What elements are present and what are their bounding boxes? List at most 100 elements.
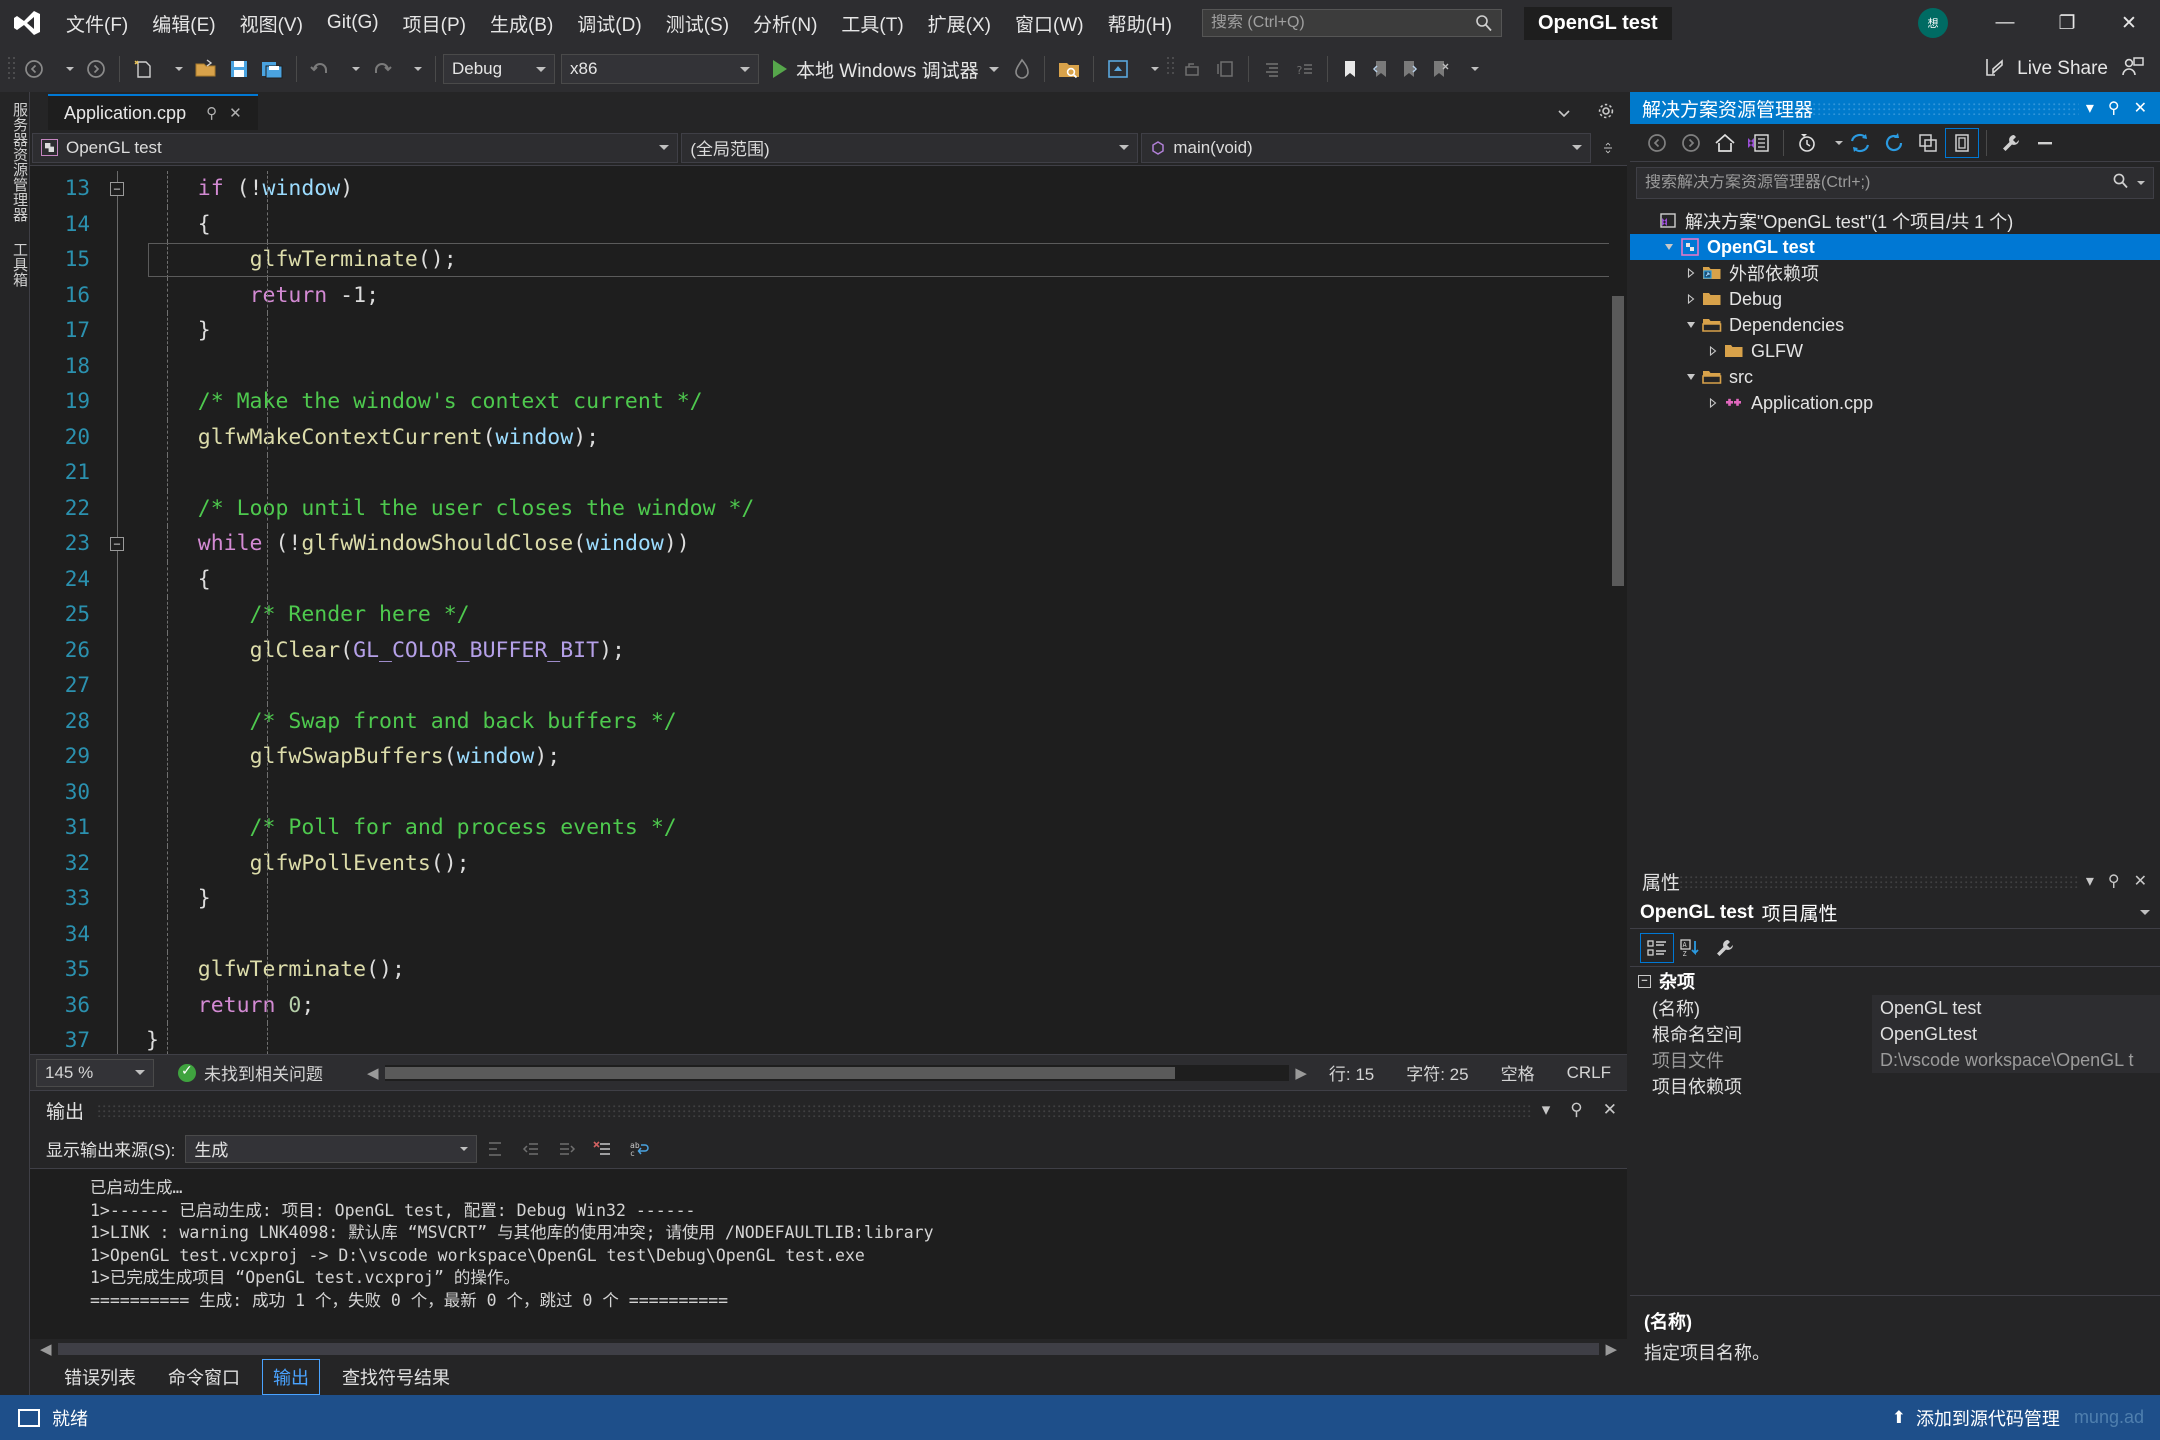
scroll-right-icon[interactable]: ▶ bbox=[1289, 1064, 1313, 1082]
document-tab-application-cpp[interactable]: Application.cpp ⚲ ✕ bbox=[48, 94, 258, 130]
se-sync-icon[interactable] bbox=[1843, 128, 1877, 158]
redo-icon[interactable] bbox=[366, 52, 398, 86]
property-value[interactable]: OpenGLtest bbox=[1872, 1021, 2160, 1047]
menu-test[interactable]: 测试(S) bbox=[654, 0, 741, 46]
pr-dropdown-icon[interactable]: ▾ bbox=[2079, 871, 2101, 891]
menu-analyze[interactable]: 分析(N) bbox=[741, 0, 829, 46]
previous-bookmark-icon[interactable] bbox=[1365, 52, 1395, 86]
code-line[interactable]: 20 glfwMakeContextCurrent(window); bbox=[30, 419, 1627, 455]
property-row[interactable]: 项目依赖项 bbox=[1630, 1073, 2160, 1099]
output-pin-icon[interactable]: ⚲ bbox=[1560, 1100, 1592, 1120]
scroll-left-icon[interactable]: ◀ bbox=[361, 1064, 385, 1082]
se-close-icon[interactable]: ✕ bbox=[2127, 98, 2154, 118]
next-message-icon[interactable] bbox=[552, 1134, 582, 1164]
solution-configuration-combo[interactable]: Debug bbox=[443, 54, 555, 84]
property-pages-wrench-icon[interactable] bbox=[1708, 933, 1742, 963]
undo-dropdown[interactable] bbox=[336, 52, 366, 86]
hscroll-track[interactable] bbox=[384, 1064, 1290, 1081]
bottom-tab-item[interactable]: 命令窗口 bbox=[158, 1360, 250, 1394]
code-line[interactable]: 22 /* Loop until the user closes the win… bbox=[30, 490, 1627, 526]
next-bookmark-icon[interactable] bbox=[1395, 52, 1425, 86]
start-debugging-button[interactable]: 本地 Windows 调试器 bbox=[765, 52, 1007, 86]
code-line[interactable]: 34 bbox=[30, 916, 1627, 952]
navigate-forward-button[interactable] bbox=[80, 52, 112, 86]
chevron-collapsed-icon[interactable] bbox=[1682, 294, 1700, 304]
chevron-expanded-icon[interactable] bbox=[1682, 320, 1700, 330]
se-properties-wrench-icon[interactable] bbox=[1994, 128, 2028, 158]
se-dropdown-icon[interactable]: ▾ bbox=[2079, 98, 2101, 118]
solution-explorer-search-box[interactable] bbox=[1636, 167, 2154, 199]
tree-item[interactable]: 外部依赖项 bbox=[1630, 260, 2160, 286]
se-pin-icon[interactable]: ⚲ bbox=[2101, 98, 2127, 118]
open-file-icon[interactable] bbox=[189, 52, 223, 86]
code-line[interactable]: 26 glClear(GL_COLOR_BUFFER_BIT); bbox=[30, 632, 1627, 668]
output-horizontal-scrollbar[interactable]: ◀ ▶ bbox=[30, 1339, 1627, 1359]
tree-item[interactable]: src bbox=[1630, 364, 2160, 390]
code-line[interactable]: 27 bbox=[30, 668, 1627, 704]
properties-object-dropdown-icon[interactable] bbox=[2140, 910, 2150, 915]
go-to-message-icon[interactable] bbox=[480, 1134, 510, 1164]
previous-message-icon[interactable] bbox=[516, 1134, 546, 1164]
se-back-icon[interactable] bbox=[1640, 128, 1674, 158]
property-row[interactable]: (名称) OpenGL test bbox=[1630, 995, 2160, 1021]
start-debugging-dropdown-icon[interactable] bbox=[988, 66, 999, 72]
tree-item[interactable]: GLFW bbox=[1630, 338, 2160, 364]
code-line[interactable]: 32 glfwPollEvents(); bbox=[30, 845, 1627, 881]
chevron-expanded-icon[interactable] bbox=[1682, 372, 1700, 382]
indent-icon[interactable] bbox=[1256, 52, 1288, 86]
menu-window[interactable]: 窗口(W) bbox=[1003, 0, 1096, 46]
code-text-area[interactable]: 13− if (!window) 14 {15 glfwTerminate(); 1… bbox=[30, 166, 1627, 1054]
navbar-member-combo[interactable]: main(void) bbox=[1141, 132, 1591, 163]
zoom-level-combo[interactable]: 145 % bbox=[36, 1058, 154, 1087]
output-dropdown-icon[interactable]: ▾ bbox=[1532, 1100, 1561, 1120]
fold-toggle-icon[interactable]: − bbox=[102, 171, 132, 207]
pin-icon[interactable]: ⚲ bbox=[200, 104, 223, 122]
code-line[interactable]: 25 /* Render here */ bbox=[30, 597, 1627, 633]
output-text[interactable]: 已启动生成… 1>------ 已启动生成: 项目: OpenGL test, 配… bbox=[30, 1169, 1627, 1339]
editor-settings-gear-icon[interactable] bbox=[1591, 102, 1621, 124]
code-line[interactable]: 18 bbox=[30, 348, 1627, 384]
close-button[interactable]: ✕ bbox=[2098, 0, 2160, 46]
live-preview-dropdown[interactable] bbox=[1135, 52, 1165, 86]
solution-platform-combo[interactable]: x86 bbox=[561, 54, 759, 84]
menu-tools[interactable]: 工具(T) bbox=[829, 0, 915, 46]
property-row[interactable]: 根命名空间 OpenGLtest bbox=[1630, 1021, 2160, 1047]
menu-edit[interactable]: 编辑(E) bbox=[140, 0, 227, 46]
se-minimize-icon[interactable] bbox=[2028, 128, 2062, 158]
navbar-scope-combo[interactable]: (全局范围) bbox=[681, 132, 1139, 163]
collapse-box[interactable]: − bbox=[110, 181, 124, 196]
toggle-word-wrap-icon[interactable]: ab c bbox=[624, 1134, 654, 1164]
alphabetical-view-icon[interactable]: AZ bbox=[1674, 933, 1708, 963]
code-line[interactable]: 21 bbox=[30, 455, 1627, 491]
split-view-icon[interactable] bbox=[1594, 133, 1622, 163]
output-scroll-right-icon[interactable]: ▶ bbox=[1599, 1340, 1623, 1358]
group-collapse-icon[interactable]: − bbox=[1638, 974, 1651, 988]
output-source-combo[interactable]: 生成 bbox=[185, 1134, 478, 1163]
global-search-input[interactable] bbox=[1210, 14, 1475, 32]
toolbar-overflow-icon[interactable] bbox=[1455, 52, 1485, 86]
solution-explorer-search-input[interactable] bbox=[1645, 174, 2112, 192]
toolbar-grip-2[interactable] bbox=[1165, 55, 1177, 83]
property-value[interactable] bbox=[1872, 1073, 2160, 1099]
close-icon[interactable]: ✕ bbox=[223, 104, 248, 122]
new-file-dropdown[interactable] bbox=[159, 52, 189, 86]
hot-reload-icon[interactable] bbox=[1007, 52, 1037, 86]
code-line[interactable]: 17 } bbox=[30, 313, 1627, 349]
navigate-backward-button[interactable] bbox=[18, 52, 50, 86]
chevron-expanded-icon[interactable] bbox=[1660, 242, 1678, 252]
vtab-toolbox[interactable]: 工具箱 bbox=[0, 232, 30, 297]
code-line[interactable]: 35 glfwTerminate(); bbox=[30, 952, 1627, 988]
uncomment-icon[interactable]: ? bbox=[1288, 52, 1320, 86]
code-line[interactable]: 30 bbox=[30, 774, 1627, 810]
se-drag-dots[interactable] bbox=[1813, 102, 2079, 115]
menu-extensions[interactable]: 扩展(X) bbox=[916, 0, 1003, 46]
restore-button[interactable]: ❐ bbox=[2036, 0, 2098, 46]
code-line[interactable]: 28 /* Swap front and back buffers */ bbox=[30, 703, 1627, 739]
property-value[interactable]: D:\vscode workspace\OpenGL t bbox=[1872, 1047, 2160, 1073]
step-out-icon[interactable] bbox=[1177, 52, 1209, 86]
live-preview-icon[interactable] bbox=[1101, 52, 1135, 86]
property-row[interactable]: 项目文件 D:\vscode workspace\OpenGL t bbox=[1630, 1047, 2160, 1073]
redo-dropdown[interactable] bbox=[398, 52, 428, 86]
code-line[interactable]: 15 glfwTerminate(); bbox=[30, 242, 1627, 278]
tree-item[interactable]: OpenGL test bbox=[1630, 234, 2160, 260]
